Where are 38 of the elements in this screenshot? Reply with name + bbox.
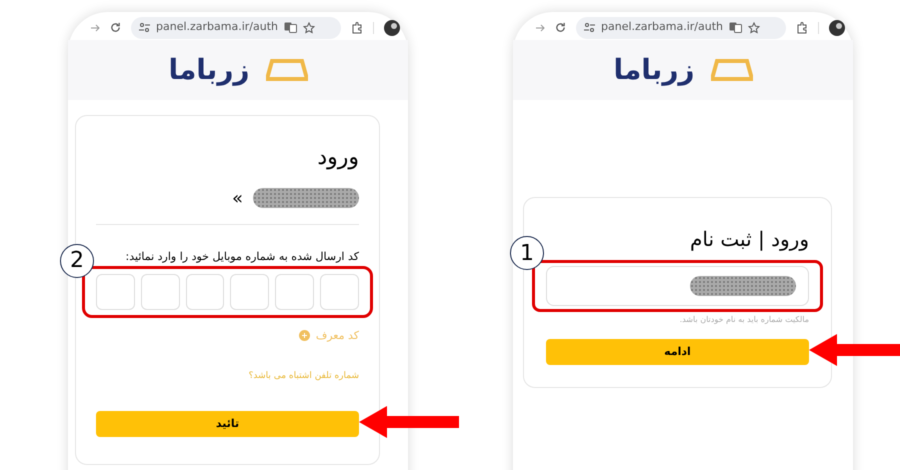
extensions-icon[interactable] <box>351 22 363 34</box>
forward-icon[interactable] <box>535 22 545 32</box>
extensions-icon[interactable] <box>796 22 808 34</box>
logo-icon <box>710 59 753 81</box>
code-digit-field[interactable] <box>140 274 180 310</box>
submit-button[interactable]: تائید <box>96 410 359 437</box>
logo-text: زرباما <box>168 52 250 88</box>
code-digit-field[interactable] <box>230 274 270 310</box>
logo-icon <box>266 59 308 81</box>
site-settings-icon[interactable] <box>139 23 150 32</box>
url-text: panel.zarbama.ir/auth <box>156 19 278 36</box>
hint-text: مالکیت شماره باید به نام خودتان باشد. <box>678 314 809 326</box>
address-bar[interactable]: panel.zarbama.ir/auth <box>131 16 341 38</box>
profile-avatar-icon[interactable] <box>829 20 845 36</box>
translate-icon[interactable] <box>729 22 742 33</box>
site-settings-icon[interactable] <box>584 23 595 32</box>
phone-input-field[interactable] <box>546 266 809 306</box>
code-digit-field[interactable] <box>275 274 314 310</box>
submit-button[interactable]: ادامه <box>546 339 809 366</box>
star-icon[interactable] <box>748 22 760 34</box>
translate-icon[interactable] <box>284 22 298 33</box>
step-number: 2 <box>60 244 94 278</box>
forward-icon[interactable] <box>90 22 100 32</box>
reload-icon[interactable] <box>110 22 121 33</box>
profile-avatar-icon[interactable] <box>384 20 400 36</box>
star-icon[interactable] <box>303 22 316 34</box>
instruction-text: کد ارسال شده به شماره موبایل خود را وارد نمائید: <box>126 249 359 265</box>
url-text: panel.zarbama.ir/auth <box>601 19 724 36</box>
address-bar[interactable]: panel.zarbama.ir/auth <box>576 16 786 38</box>
edit-number-link[interactable]: » <box>232 184 243 212</box>
code-digit-field[interactable] <box>320 274 359 310</box>
card-title: ورود | ثبت نام <box>689 226 809 253</box>
logo-text: زرباما <box>613 52 695 88</box>
reload-icon[interactable] <box>555 22 566 33</box>
step-number: 1 <box>510 236 544 270</box>
code-digit-field[interactable] <box>96 274 135 310</box>
card-title: ورود <box>316 144 359 172</box>
code-digit-field[interactable] <box>186 274 224 310</box>
